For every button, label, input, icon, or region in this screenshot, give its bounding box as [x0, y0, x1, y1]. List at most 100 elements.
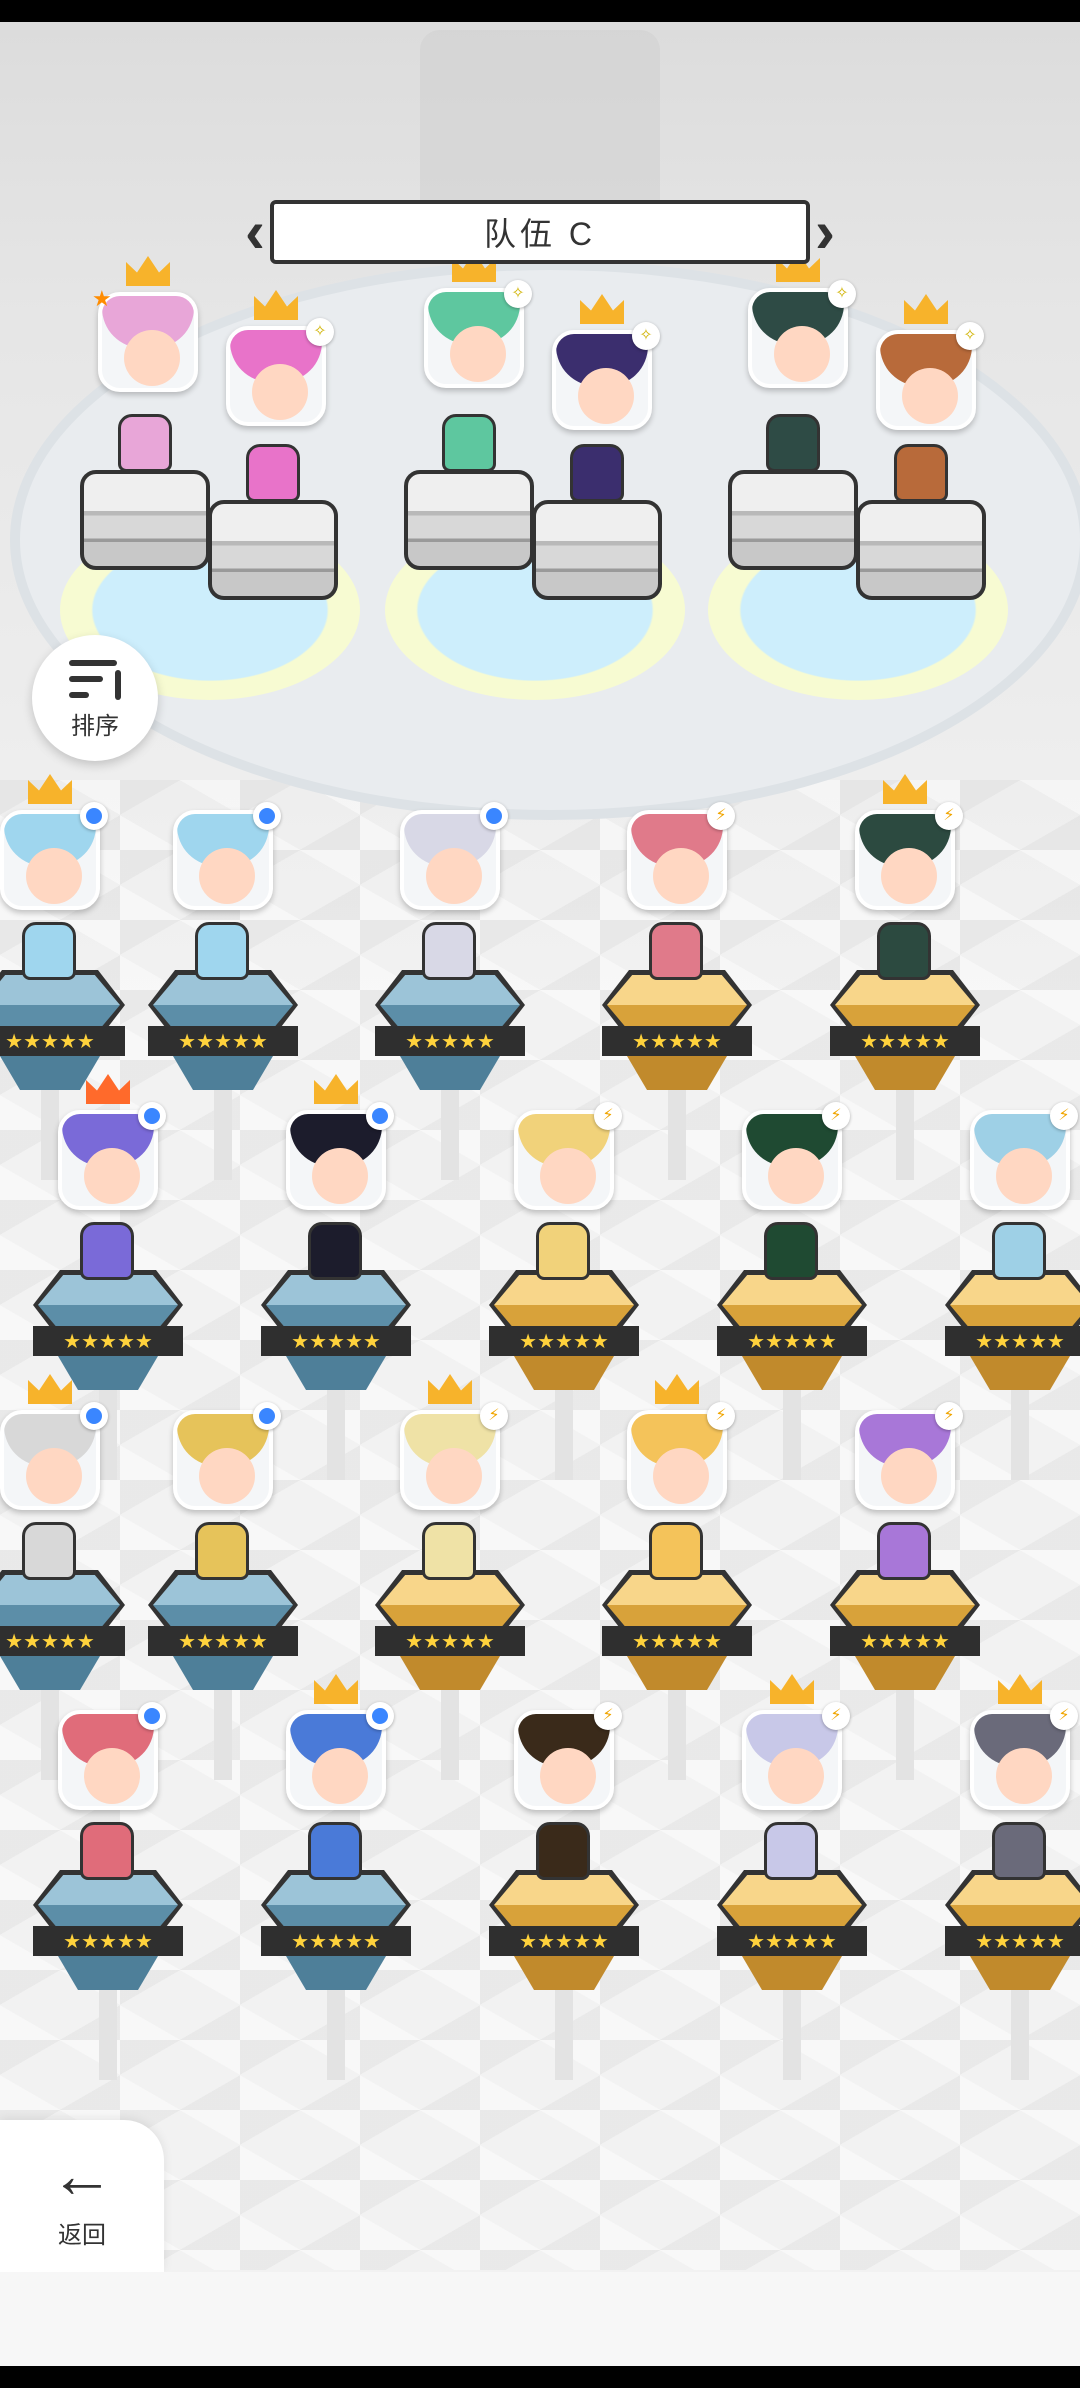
star-rating: ★★★★★ — [0, 1626, 125, 1656]
roster-card-16[interactable] — [58, 1702, 166, 1810]
water-element-icon — [366, 1702, 394, 1730]
roster-card-11[interactable] — [0, 1374, 108, 1510]
pedestal-pole — [1011, 1390, 1029, 1480]
character-sprite — [308, 1222, 362, 1280]
slot-block — [80, 470, 210, 570]
star-rating: ★★★★★ — [148, 1626, 298, 1656]
character-sprite — [536, 1222, 590, 1280]
character-sprite — [877, 1522, 931, 1580]
sort-label: 排序 — [71, 712, 119, 740]
character-pedestal: ★★★★★ — [489, 1270, 639, 1480]
arrow-left-icon: ← — [50, 2138, 114, 2211]
lightning-element-icon: ⚡ — [822, 1702, 850, 1730]
roster-card-6[interactable] — [58, 1074, 166, 1210]
portrait-face — [26, 1448, 82, 1504]
roster-card-18[interactable]: ⚡ — [514, 1702, 622, 1810]
roster-card-3[interactable] — [400, 802, 508, 910]
character-sprite — [764, 1222, 818, 1280]
team-slot-card-6[interactable]: ✧ — [876, 294, 984, 430]
team-slot-card-5[interactable]: ✧ — [748, 252, 856, 388]
pedestal-pole — [99, 1990, 117, 2080]
pedestal-base — [286, 1956, 386, 1990]
slot-block — [728, 470, 858, 570]
chevron-right-icon: › — [815, 198, 835, 265]
status-bar — [0, 0, 1080, 22]
star-rating: ★★★★★ — [261, 1926, 411, 1956]
pedestal-base — [855, 1056, 955, 1090]
roster-card-8[interactable]: ⚡ — [514, 1102, 622, 1210]
roster-card-12[interactable] — [173, 1402, 281, 1510]
portrait-face — [768, 1148, 824, 1204]
roster-card-20[interactable]: ⚡ — [970, 1674, 1078, 1810]
prev-team-button[interactable]: ‹ — [238, 200, 272, 264]
pedestal-pole — [441, 1690, 459, 1780]
character-pedestal: ★★★★★ — [148, 1570, 298, 1780]
sort-button[interactable]: 排序 — [32, 635, 158, 761]
light-element-icon: ✧ — [306, 318, 334, 346]
pedestal-base — [58, 1956, 158, 1990]
roster-card-7[interactable] — [286, 1074, 394, 1210]
sort-descending-icon — [65, 656, 125, 702]
pedestal-base — [400, 1056, 500, 1090]
pedestal-base — [855, 1656, 955, 1690]
portrait-face — [996, 1748, 1052, 1804]
portrait-face — [199, 848, 255, 904]
roster-card-14[interactable]: ⚡ — [627, 1374, 735, 1510]
roster-card-1[interactable] — [0, 774, 108, 910]
character-sprite — [246, 444, 300, 502]
portrait-face — [578, 368, 634, 424]
portrait-face — [124, 330, 180, 386]
star-rating: ★★★★★ — [945, 1326, 1080, 1356]
water-element-icon — [366, 1102, 394, 1130]
roster-card-15[interactable]: ⚡ — [855, 1402, 963, 1510]
roster-card-19[interactable]: ⚡ — [742, 1674, 850, 1810]
roster-card-5[interactable]: ⚡ — [855, 774, 963, 910]
back-button[interactable]: ← 返回 — [0, 2120, 164, 2272]
character-pedestal: ★★★★★ — [717, 1270, 867, 1480]
character-sprite — [195, 922, 249, 980]
star-rating: ★★★★★ — [602, 1626, 752, 1656]
character-sprite — [118, 414, 172, 472]
star-rating: ★★★★★ — [375, 1626, 525, 1656]
star-rating: ★★★★★ — [261, 1326, 411, 1356]
next-team-button[interactable]: › — [808, 200, 842, 264]
portrait-face — [450, 326, 506, 382]
lightning-element-icon: ⚡ — [1050, 1102, 1078, 1130]
star-rating: ★★★★★ — [945, 1926, 1080, 1956]
portrait-face — [902, 368, 958, 424]
portrait-face — [426, 848, 482, 904]
team-slot-card-1[interactable]: ★ — [92, 256, 198, 392]
star-rating: ★★★★★ — [717, 1926, 867, 1956]
pedestal-base — [286, 1356, 386, 1390]
pedestal-base — [173, 1656, 273, 1690]
team-slot-card-3[interactable]: ✧ — [424, 252, 532, 388]
roster-card-17[interactable] — [286, 1674, 394, 1810]
water-element-icon — [480, 802, 508, 830]
team-slot-card-4[interactable]: ✧ — [552, 294, 660, 430]
water-element-icon — [138, 1102, 166, 1130]
roster-card-10[interactable]: ⚡ — [970, 1102, 1078, 1210]
water-element-icon — [138, 1702, 166, 1730]
team-name: 队伍 C — [483, 216, 596, 252]
pedestal-base — [58, 1356, 158, 1390]
character-sprite — [80, 1822, 134, 1880]
pedestal-pole — [214, 1690, 232, 1780]
character-sprite — [22, 922, 76, 980]
light-element-icon: ✧ — [632, 322, 660, 350]
portrait-face — [426, 1448, 482, 1504]
star-rating: ★★★★★ — [830, 1026, 980, 1056]
roster-card-2[interactable] — [173, 802, 281, 910]
roster-card-13[interactable]: ⚡ — [400, 1374, 508, 1510]
lightning-element-icon: ⚡ — [707, 1402, 735, 1430]
leader-star-icon: ★ — [92, 286, 112, 311]
portrait-face — [84, 1148, 140, 1204]
slot-block — [404, 470, 534, 570]
roster-card-9[interactable]: ⚡ — [742, 1102, 850, 1210]
character-sprite — [764, 1822, 818, 1880]
roster-card-4[interactable]: ⚡ — [627, 802, 735, 910]
pedestal-pole — [327, 1990, 345, 2080]
pedestal-pole — [896, 1090, 914, 1180]
pedestal-pole — [783, 1390, 801, 1480]
team-slot-card-2[interactable]: ✧ — [226, 290, 334, 426]
character-sprite — [422, 922, 476, 980]
